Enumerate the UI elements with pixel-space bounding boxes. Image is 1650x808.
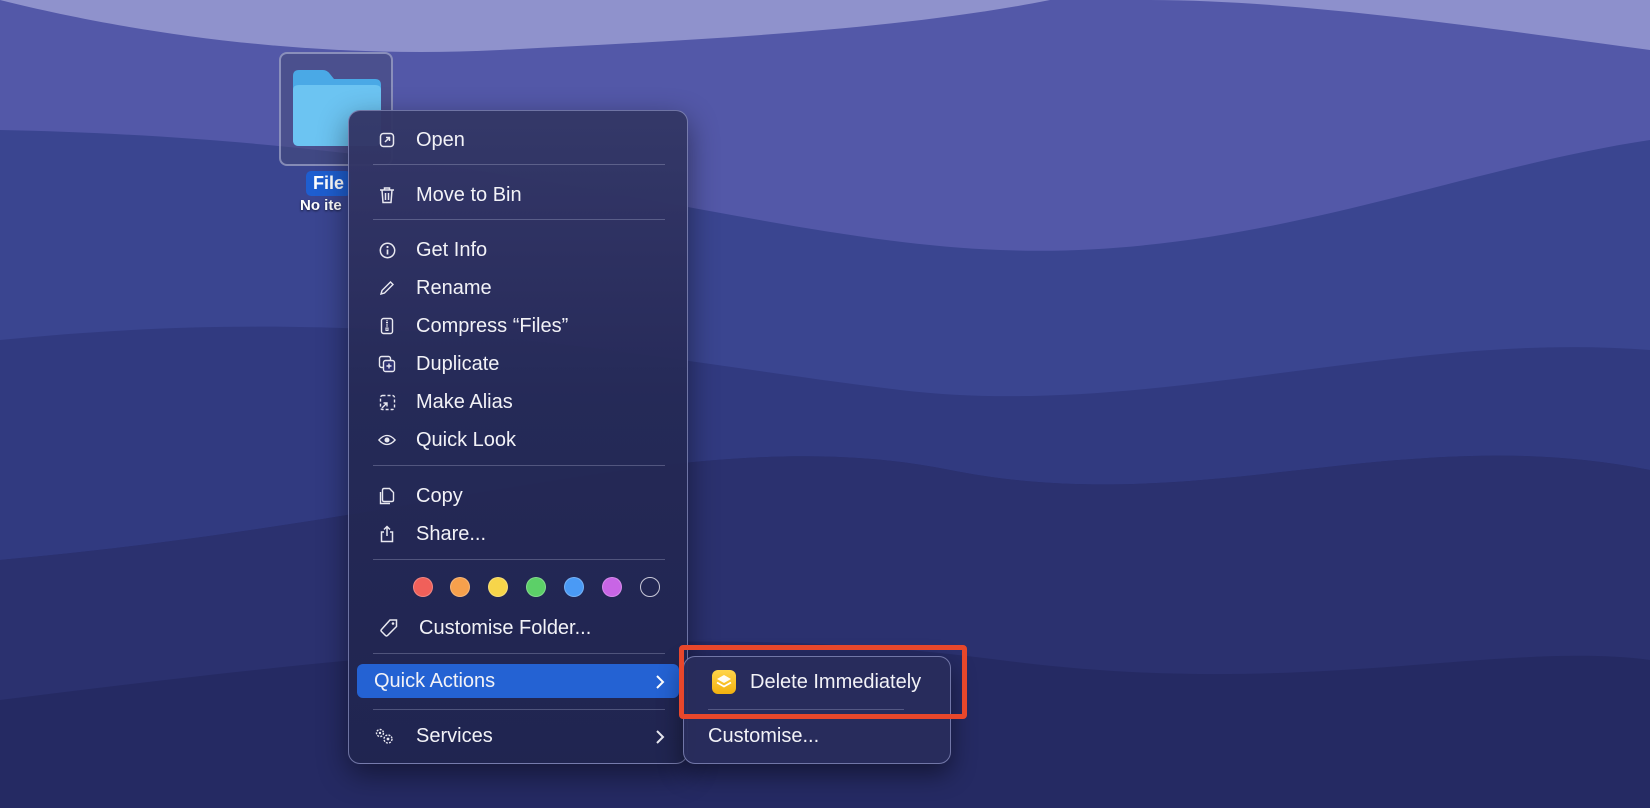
menu-separator (373, 465, 665, 466)
menu-item-quick-look[interactable]: Quick Look (357, 423, 679, 457)
folder-name-label[interactable]: File (306, 171, 352, 196)
menu-item-customise[interactable]: Customise... (692, 719, 942, 753)
info-icon (378, 241, 396, 259)
share-icon (378, 525, 396, 543)
duplicate-icon (378, 355, 396, 373)
tag-green[interactable] (526, 577, 546, 597)
tag-icon (379, 618, 399, 638)
menu-item-services[interactable]: Services (357, 719, 679, 753)
tag-blue[interactable] (564, 577, 584, 597)
rename-label: Rename (416, 277, 492, 299)
make-alias-label: Make Alias (416, 391, 513, 413)
get-info-label: Get Info (416, 239, 488, 261)
chevron-right-icon (655, 728, 665, 751)
menu-item-rename[interactable]: Rename (357, 271, 679, 305)
menu-item-move-to-bin[interactable]: Move to Bin (357, 178, 679, 212)
tag-purple[interactable] (602, 577, 622, 597)
menu-item-share[interactable]: Share... (357, 517, 679, 551)
duplicate-label: Duplicate (416, 353, 500, 375)
context-menu: Open Move to Bin Get Info Rename Compres… (348, 110, 688, 764)
menu-item-quick-actions[interactable]: Quick Actions (357, 664, 679, 698)
share-label: Share... (416, 523, 487, 545)
menu-item-copy[interactable]: Copy (357, 479, 679, 513)
quick-look-label: Quick Look (416, 429, 517, 451)
trash-icon (378, 186, 396, 204)
compress-label: Compress “Files” (416, 315, 569, 337)
move-to-bin-label: Move to Bin (416, 184, 522, 206)
chevron-right-icon (655, 673, 665, 696)
services-label: Services (416, 725, 493, 747)
copy-icon (378, 487, 396, 505)
open-label: Open (416, 129, 465, 151)
menu-item-open[interactable]: Open (357, 123, 679, 157)
quick-actions-label: Quick Actions (374, 670, 496, 692)
copy-label: Copy (416, 485, 463, 507)
gears-icon (373, 726, 395, 746)
eye-icon (378, 431, 396, 449)
menu-item-make-alias[interactable]: Make Alias (357, 385, 679, 419)
tag-orange[interactable] (450, 577, 470, 597)
tag-yellow[interactable] (488, 577, 508, 597)
tag-none[interactable] (640, 577, 660, 597)
menu-item-duplicate[interactable]: Duplicate (357, 347, 679, 381)
menu-separator (373, 559, 665, 560)
tag-red[interactable] (413, 577, 433, 597)
archive-icon (378, 317, 396, 335)
customise-label: Customise... (708, 725, 820, 747)
menu-item-compress[interactable]: Compress “Files” (357, 309, 679, 343)
menu-separator (373, 653, 665, 654)
menu-separator (373, 164, 665, 165)
alias-icon (378, 393, 396, 411)
folder-item-count: No ite (300, 197, 342, 214)
open-icon (378, 131, 396, 149)
menu-separator (373, 709, 665, 710)
customise-folder-label: Customise Folder... (419, 617, 592, 639)
pencil-icon (378, 279, 396, 297)
menu-item-customise-folder[interactable]: Customise Folder... (357, 611, 679, 645)
menu-item-get-info[interactable]: Get Info (357, 233, 679, 267)
annotation-highlight-box (679, 645, 967, 719)
menu-separator (373, 219, 665, 220)
